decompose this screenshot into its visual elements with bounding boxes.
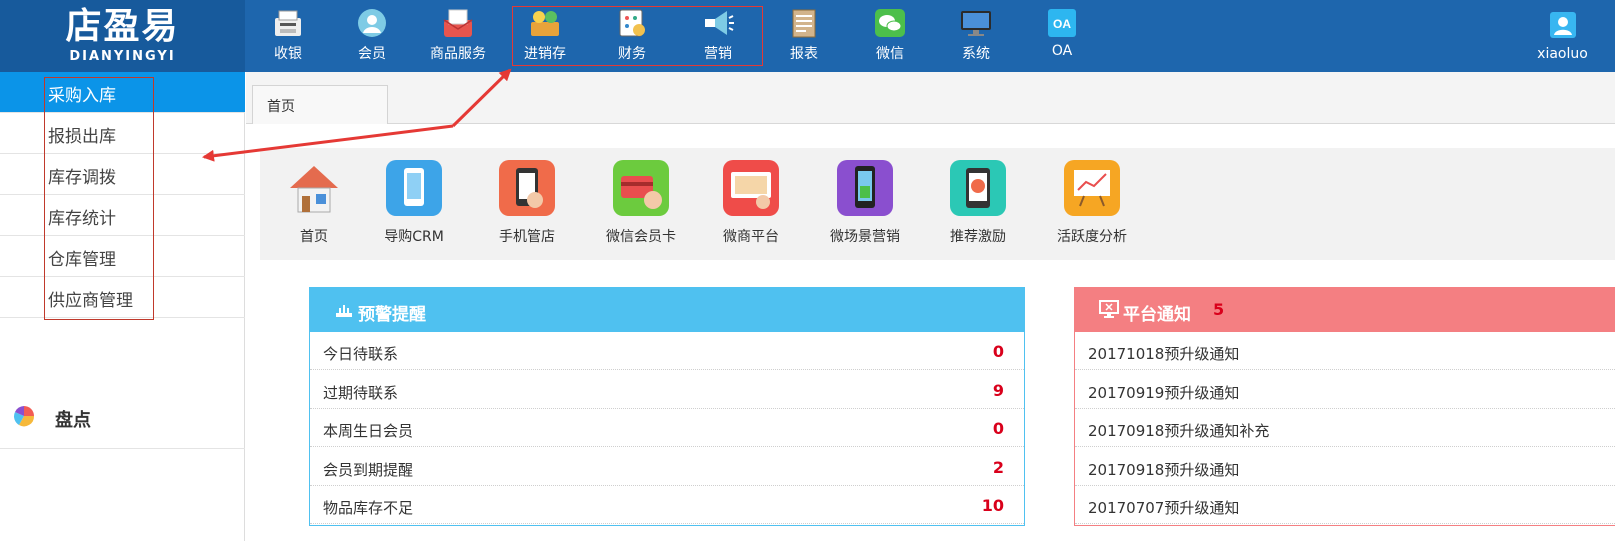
notice-panel-row[interactable]: 20170918预升级通知 <box>1075 448 1615 486</box>
user-name: xiaoluo <box>1537 46 1588 62</box>
nav-item-0[interactable]: 收银 <box>248 0 328 72</box>
micro-shop-icon <box>723 160 779 216</box>
tab-home[interactable]: 首页 <box>252 85 388 124</box>
shortcut-label: 微场景营销 <box>830 229 900 245</box>
notice-panel: 平台通知 5 20171018预升级通知 20170919预升级通知 2017091… <box>1074 287 1615 526</box>
row-label: 20171018预升级通知 <box>1088 345 1240 363</box>
shortcut-bar: 首页 导购CRM 手机管店 微信会员卡 微商平台 微场景营销 推荐激励 活跃度分析 <box>260 148 1615 260</box>
shortcut-2[interactable]: 手机管店 <box>477 148 577 260</box>
row-label: 20170918预升级通知 <box>1088 460 1240 479</box>
sidebar-highlight-box <box>44 77 154 320</box>
row-label: 过期待联系 <box>323 383 399 402</box>
nav-item-1[interactable]: 会员 <box>332 0 412 72</box>
warning-panel-row[interactable]: 物品库存不足 10 <box>310 486 1024 524</box>
row-label: 20170707预升级通知 <box>1088 499 1240 517</box>
shortcut-4[interactable]: 微商平台 <box>701 148 801 260</box>
tab-bar: 首页 <box>246 72 1615 124</box>
row-label: 20170919预升级通知 <box>1088 383 1240 402</box>
warning-panel-row[interactable]: 本周生日会员 0 <box>310 409 1024 447</box>
member-icon <box>355 8 389 38</box>
home-icon <box>286 160 342 216</box>
system-icon <box>959 8 993 38</box>
nav-item-7[interactable]: 微信 <box>850 0 930 72</box>
nav-item-8[interactable]: 系统 <box>936 0 1016 72</box>
row-count: 10 <box>981 496 1004 515</box>
crm-phone-icon <box>386 160 442 216</box>
top-navigation-bar: 店盈易 DIANYINGYI 收银 会员 商品服务 进销存 财务 营销 报表 微信 系统 OA OA… <box>0 0 1615 72</box>
tab-label: 首页 <box>267 99 295 115</box>
nav-highlight-box <box>512 6 763 66</box>
shortcut-1[interactable]: 导购CRM <box>364 148 464 260</box>
nav-item-label: 微信 <box>876 46 904 62</box>
user-menu[interactable]: xiaoluo <box>1510 0 1615 72</box>
nav-item-2[interactable]: 商品服务 <box>418 0 498 72</box>
warning-panel-row[interactable]: 会员到期提醒 2 <box>310 448 1024 486</box>
nav-item-label: 报表 <box>790 46 818 62</box>
nav-item-label: 商品服务 <box>430 46 486 62</box>
oa-icon: OA <box>1045 8 1079 38</box>
row-label: 今日待联系 <box>323 345 399 363</box>
alarm-icon <box>334 299 354 319</box>
notice-panel-row[interactable]: 20170918预升级通知补充 <box>1075 409 1615 447</box>
nav-item-label: OA <box>1051 43 1073 59</box>
nav-item-label: 系统 <box>962 46 990 62</box>
activity-analysis-icon <box>1064 160 1120 216</box>
notice-panel-title: 平台通知 <box>1123 305 1191 325</box>
shortcut-label: 首页 <box>300 229 328 245</box>
scene-marketing-icon <box>837 160 893 216</box>
shortcut-7[interactable]: 活跃度分析 <box>1042 148 1142 260</box>
row-count: 0 <box>992 342 1004 361</box>
row-count: 0 <box>992 419 1004 438</box>
nav-item-6[interactable]: 报表 <box>764 0 844 72</box>
warning-panel-row[interactable]: 今日待联系 0 <box>310 332 1024 370</box>
warning-panel-row[interactable]: 过期待联系 9 <box>310 371 1024 409</box>
shortcut-0[interactable]: 首页 <box>264 148 364 260</box>
row-label: 20170918预升级通知补充 <box>1088 422 1270 440</box>
notice-panel-header: 平台通知 5 <box>1075 288 1615 332</box>
notice-panel-row[interactable]: 20170919预升级通知 <box>1075 371 1615 409</box>
notice-panel-row[interactable]: 20170707预升级通知 <box>1075 486 1615 524</box>
row-label: 会员到期提醒 <box>323 460 414 479</box>
row-label: 物品库存不足 <box>323 499 414 517</box>
shortcut-label: 手机管店 <box>499 229 555 245</box>
goods-service-icon <box>441 8 475 38</box>
warning-panel-header: 预警提醒 <box>310 288 1024 332</box>
shortcut-5[interactable]: 微场景营销 <box>815 148 915 260</box>
notice-count-badge: 5 <box>1213 300 1225 319</box>
sidebar-group-label: 盘点 <box>55 410 91 431</box>
app-logo[interactable]: 店盈易 DIANYINGYI <box>0 0 245 72</box>
shortcut-3[interactable]: 微信会员卡 <box>591 148 691 260</box>
row-count: 2 <box>992 457 1004 477</box>
svg-text:OA: OA <box>1053 17 1071 31</box>
shortcut-label: 微商平台 <box>723 229 779 245</box>
logo-text: 店盈易 <box>65 6 180 47</box>
report-icon <box>787 8 821 38</box>
nav-item-label: 会员 <box>358 46 386 62</box>
user-avatar-icon <box>1550 12 1576 38</box>
warning-panel: 预警提醒 今日待联系 0 过期待联系 9 本周生日会员 0 会员到期提醒 2 物品库存不足 10 <box>309 287 1025 526</box>
shortcut-label: 活跃度分析 <box>1057 229 1127 245</box>
cash-register-icon <box>271 8 305 38</box>
notice-panel-row[interactable]: 20171018预升级通知 <box>1075 332 1615 370</box>
row-label: 本周生日会员 <box>323 422 414 440</box>
mobile-store-icon <box>499 160 555 216</box>
shortcut-label: 推荐激励 <box>950 229 1006 245</box>
nav-item-9[interactable]: OA OA <box>1022 0 1102 72</box>
row-count: 9 <box>992 380 1004 400</box>
warning-panel-title: 预警提醒 <box>358 305 426 325</box>
shortcut-6[interactable]: 推荐激励 <box>928 148 1028 260</box>
member-card-icon <box>613 160 669 216</box>
pie-chart-icon <box>13 405 35 427</box>
nav-item-label: 收银 <box>274 46 302 62</box>
monitor-icon <box>1099 299 1119 319</box>
shortcut-label: 微信会员卡 <box>606 229 676 245</box>
referral-icon <box>950 160 1006 216</box>
wechat-icon <box>873 8 907 38</box>
shortcut-label: 导购CRM <box>384 229 444 245</box>
logo-subtext: DIANYINGYI <box>69 49 176 64</box>
sidebar-group-inventory-check[interactable]: 盘点 <box>0 392 245 449</box>
